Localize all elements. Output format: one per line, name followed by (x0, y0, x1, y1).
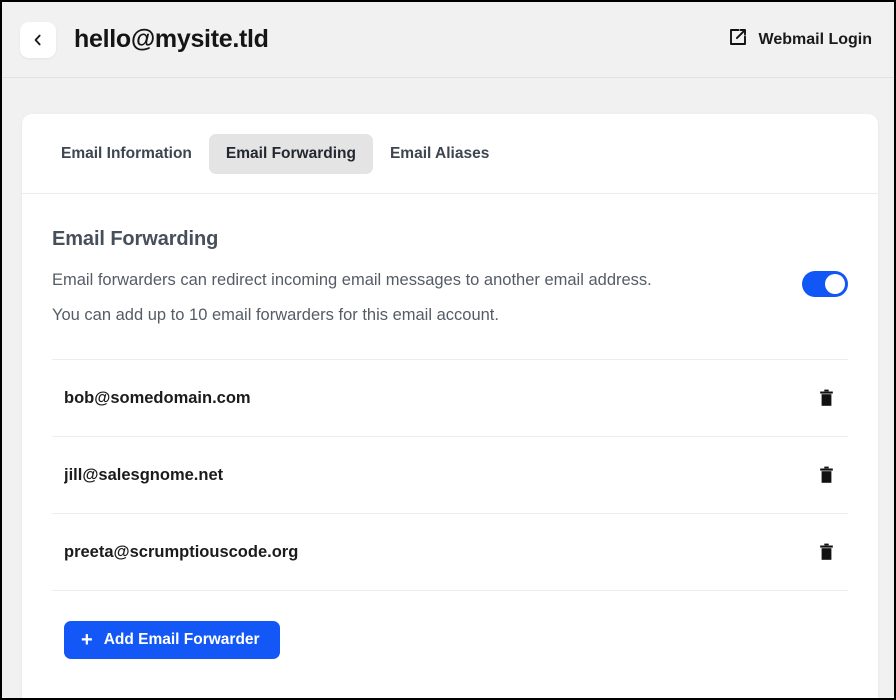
add-email-forwarder-label: Add Email Forwarder (103, 631, 260, 649)
trash-icon (819, 389, 834, 407)
forwarder-address: jill@salesgnome.net (64, 465, 224, 484)
trash-icon (819, 466, 834, 484)
section-title: Email Forwarding (52, 228, 219, 250)
tab-email-forwarding[interactable]: Email Forwarding (208, 133, 373, 174)
forwarder-row: bob@somedomain.com (52, 359, 848, 436)
back-button[interactable] (20, 21, 56, 58)
forwarder-row: jill@salesgnome.net (52, 436, 848, 513)
delete-forwarder-button[interactable] (813, 383, 840, 413)
forwarder-address: bob@somedomain.com (64, 388, 251, 407)
content-card: Email Information Email Forwarding Email… (22, 114, 878, 698)
webmail-login-link[interactable]: Webmail Login (728, 27, 872, 52)
delete-forwarder-button[interactable] (813, 460, 840, 490)
list-footer: + Add Email Forwarder (52, 590, 848, 660)
trash-icon (819, 543, 834, 561)
email-forwarding-section: Email Forwarding Email forwarders can re… (22, 194, 878, 329)
delete-forwarder-button[interactable] (813, 537, 840, 567)
description-line-1: Email forwarders can redirect incoming e… (52, 271, 652, 289)
forwarder-row: preeta@scrumptiouscode.org (52, 513, 848, 590)
tab-email-information[interactable]: Email Information (44, 134, 209, 174)
tab-bar: Email Information Email Forwarding Email… (22, 114, 878, 194)
tab-email-aliases[interactable]: Email Aliases (373, 134, 506, 174)
plus-icon: + (81, 628, 93, 651)
webmail-login-label: Webmail Login (758, 30, 872, 48)
chevron-left-icon (31, 33, 45, 47)
section-description: Email forwarders can redirect incoming e… (52, 267, 782, 329)
toggle-knob (825, 274, 845, 294)
forwarder-list: bob@somedomain.com jill@salesgnome.net p… (22, 359, 878, 590)
email-forwarding-toggle[interactable] (802, 271, 848, 297)
page-title: hello@mysite.tld (74, 25, 269, 53)
app-viewport: hello@mysite.tld Webmail Login Email Inf… (0, 0, 896, 700)
add-email-forwarder-button[interactable]: + Add Email Forwarder (64, 621, 280, 660)
external-link-icon (728, 27, 748, 52)
page-header: hello@mysite.tld Webmail Login (2, 2, 894, 78)
forwarder-address: preeta@scrumptiouscode.org (64, 542, 299, 561)
description-line-2: You can add up to 10 email forwarders fo… (52, 306, 499, 325)
section-description-row: Email forwarders can redirect incoming e… (52, 267, 848, 329)
